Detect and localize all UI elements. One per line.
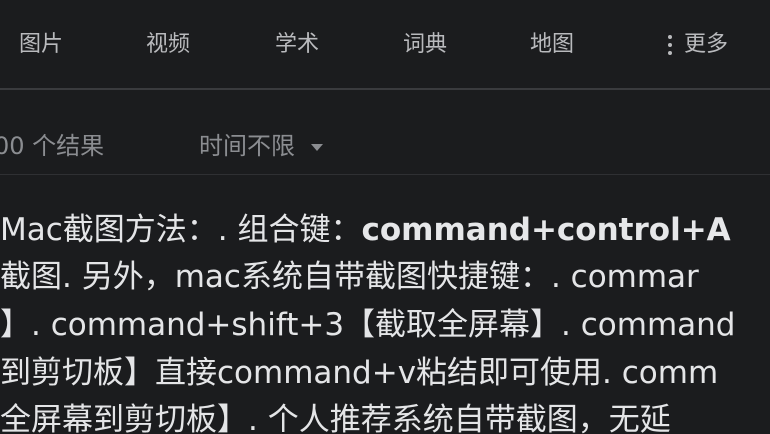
result-snippet: Mac截图方法：. 组合键：command+control+A 截图. 另外，m… — [0, 175, 770, 434]
tab-images[interactable]: 图片 — [19, 30, 63, 60]
snippet-line-1-bold: command+control+A — [361, 212, 731, 248]
snippet-line-1: Mac截图方法：. 组合键：command+control+A — [0, 210, 731, 250]
tab-more-label: 更多 — [684, 32, 729, 57]
tab-academic[interactable]: 学术 — [275, 30, 319, 60]
time-filter-label: 时间不限 — [199, 132, 295, 160]
tab-more[interactable]: 更多 — [668, 30, 728, 60]
tab-videos[interactable]: 视频 — [146, 30, 190, 60]
more-vertical-icon — [668, 35, 672, 55]
snippet-line-1-text: Mac截图方法：. 组合键： — [0, 212, 362, 248]
snippet-line-4: 到剪切板】直接command+v粘结即可使用. comm — [0, 355, 719, 391]
search-tools-bar: 00 个结果 时间不限 — [0, 90, 770, 174]
snippet-line-5: 全屏幕到剪切板】. 个人推荐系统自带截图，无延 — [0, 402, 671, 434]
result-count: 00 个结果 — [0, 132, 105, 160]
tab-dictionary[interactable]: 词典 — [403, 30, 447, 60]
snippet-line-2: 截图. 另外，mac系统自带截图快捷键：. commar — [0, 259, 699, 295]
time-filter-dropdown[interactable]: 时间不限 — [199, 131, 323, 161]
snippet-line-3: 】. command+shift+3【截取全屏幕】. command — [0, 307, 736, 343]
tab-maps[interactable]: 地图 — [530, 30, 574, 60]
vertical-tabs: 图片 视频 学术 词典 地图 更多 — [0, 0, 770, 89]
caret-down-icon — [311, 143, 323, 151]
search-results-page: 图片 视频 学术 词典 地图 更多 00 个结果 时间不限 Mac截图方法：. … — [0, 0, 770, 434]
